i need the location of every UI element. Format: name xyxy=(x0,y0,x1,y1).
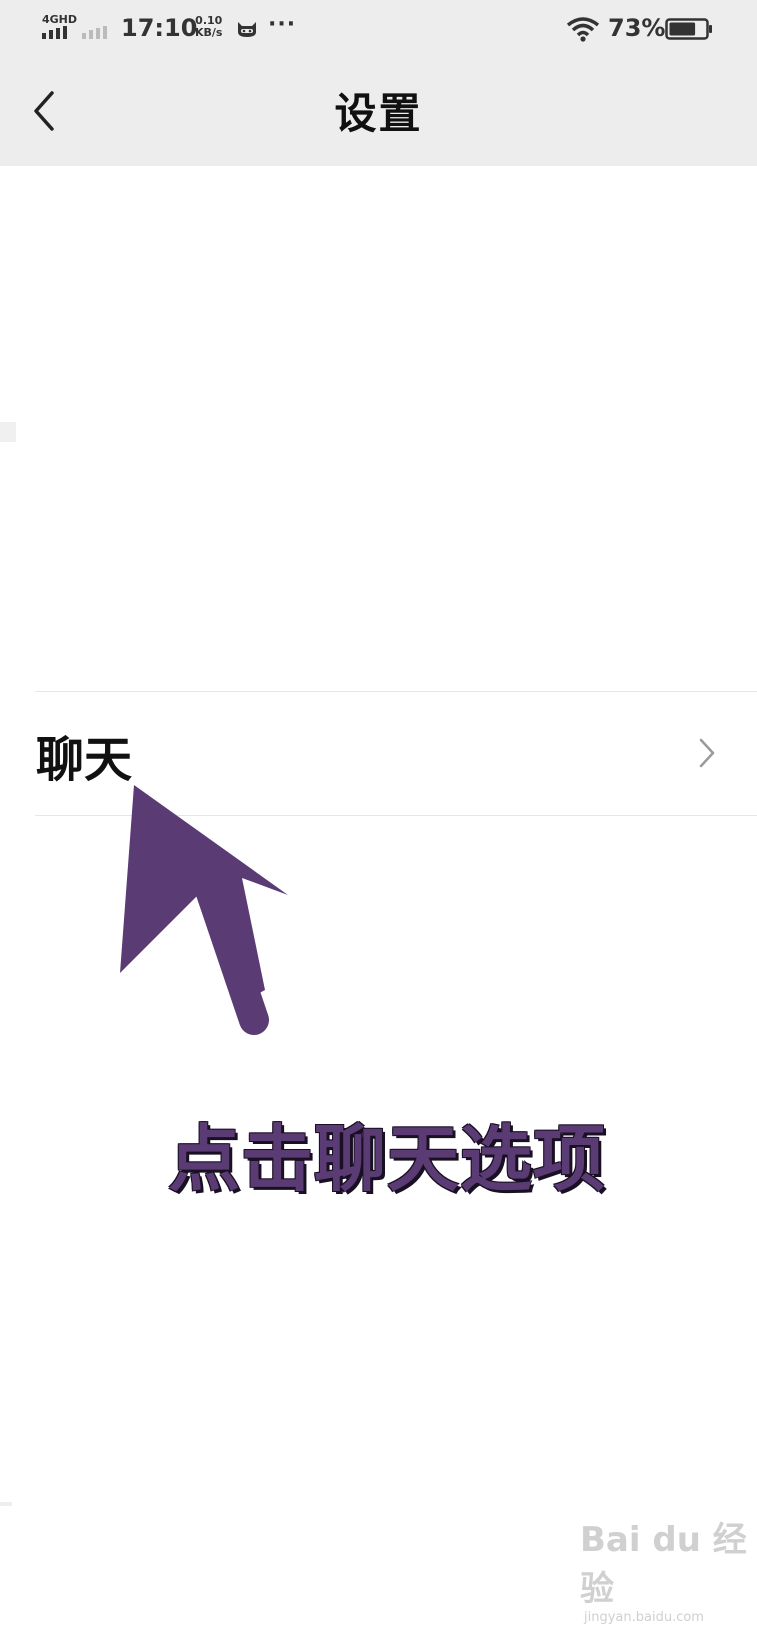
network-type: 4GHD xyxy=(42,13,78,26)
annotation-text: 点击聊天选项 xyxy=(168,1117,607,1201)
annotation-arrow-icon xyxy=(120,785,288,1035)
chevron-right-icon xyxy=(699,738,715,768)
page-title: 设置 xyxy=(334,89,423,138)
network-speed: 0.10 KB/s xyxy=(195,15,222,39)
cat-icon xyxy=(238,22,256,37)
signal-secondary-icon xyxy=(82,26,107,39)
status-time: 17:10 xyxy=(121,14,198,42)
more-indicator: ··· xyxy=(268,12,297,37)
nav-bar: 设置 xyxy=(0,58,757,166)
watermark-url: jingyan.baidu.com xyxy=(584,1610,704,1625)
network-speed-unit: KB/s xyxy=(195,26,223,39)
edge-mark-bottom xyxy=(0,1502,12,1506)
watermark-logo: Bai du 经验 xyxy=(580,1520,747,1609)
battery-icon xyxy=(665,18,712,40)
watermark: Bai du 经验 jingyan.baidu.com xyxy=(580,1512,757,1625)
status-bar: 4GHD 17:10 0.10 KB/s ··· 73% xyxy=(0,0,757,58)
wifi-icon xyxy=(566,17,600,42)
battery-percent: 73% xyxy=(608,14,666,42)
signal-icon xyxy=(42,26,67,39)
edge-mark xyxy=(0,422,16,442)
